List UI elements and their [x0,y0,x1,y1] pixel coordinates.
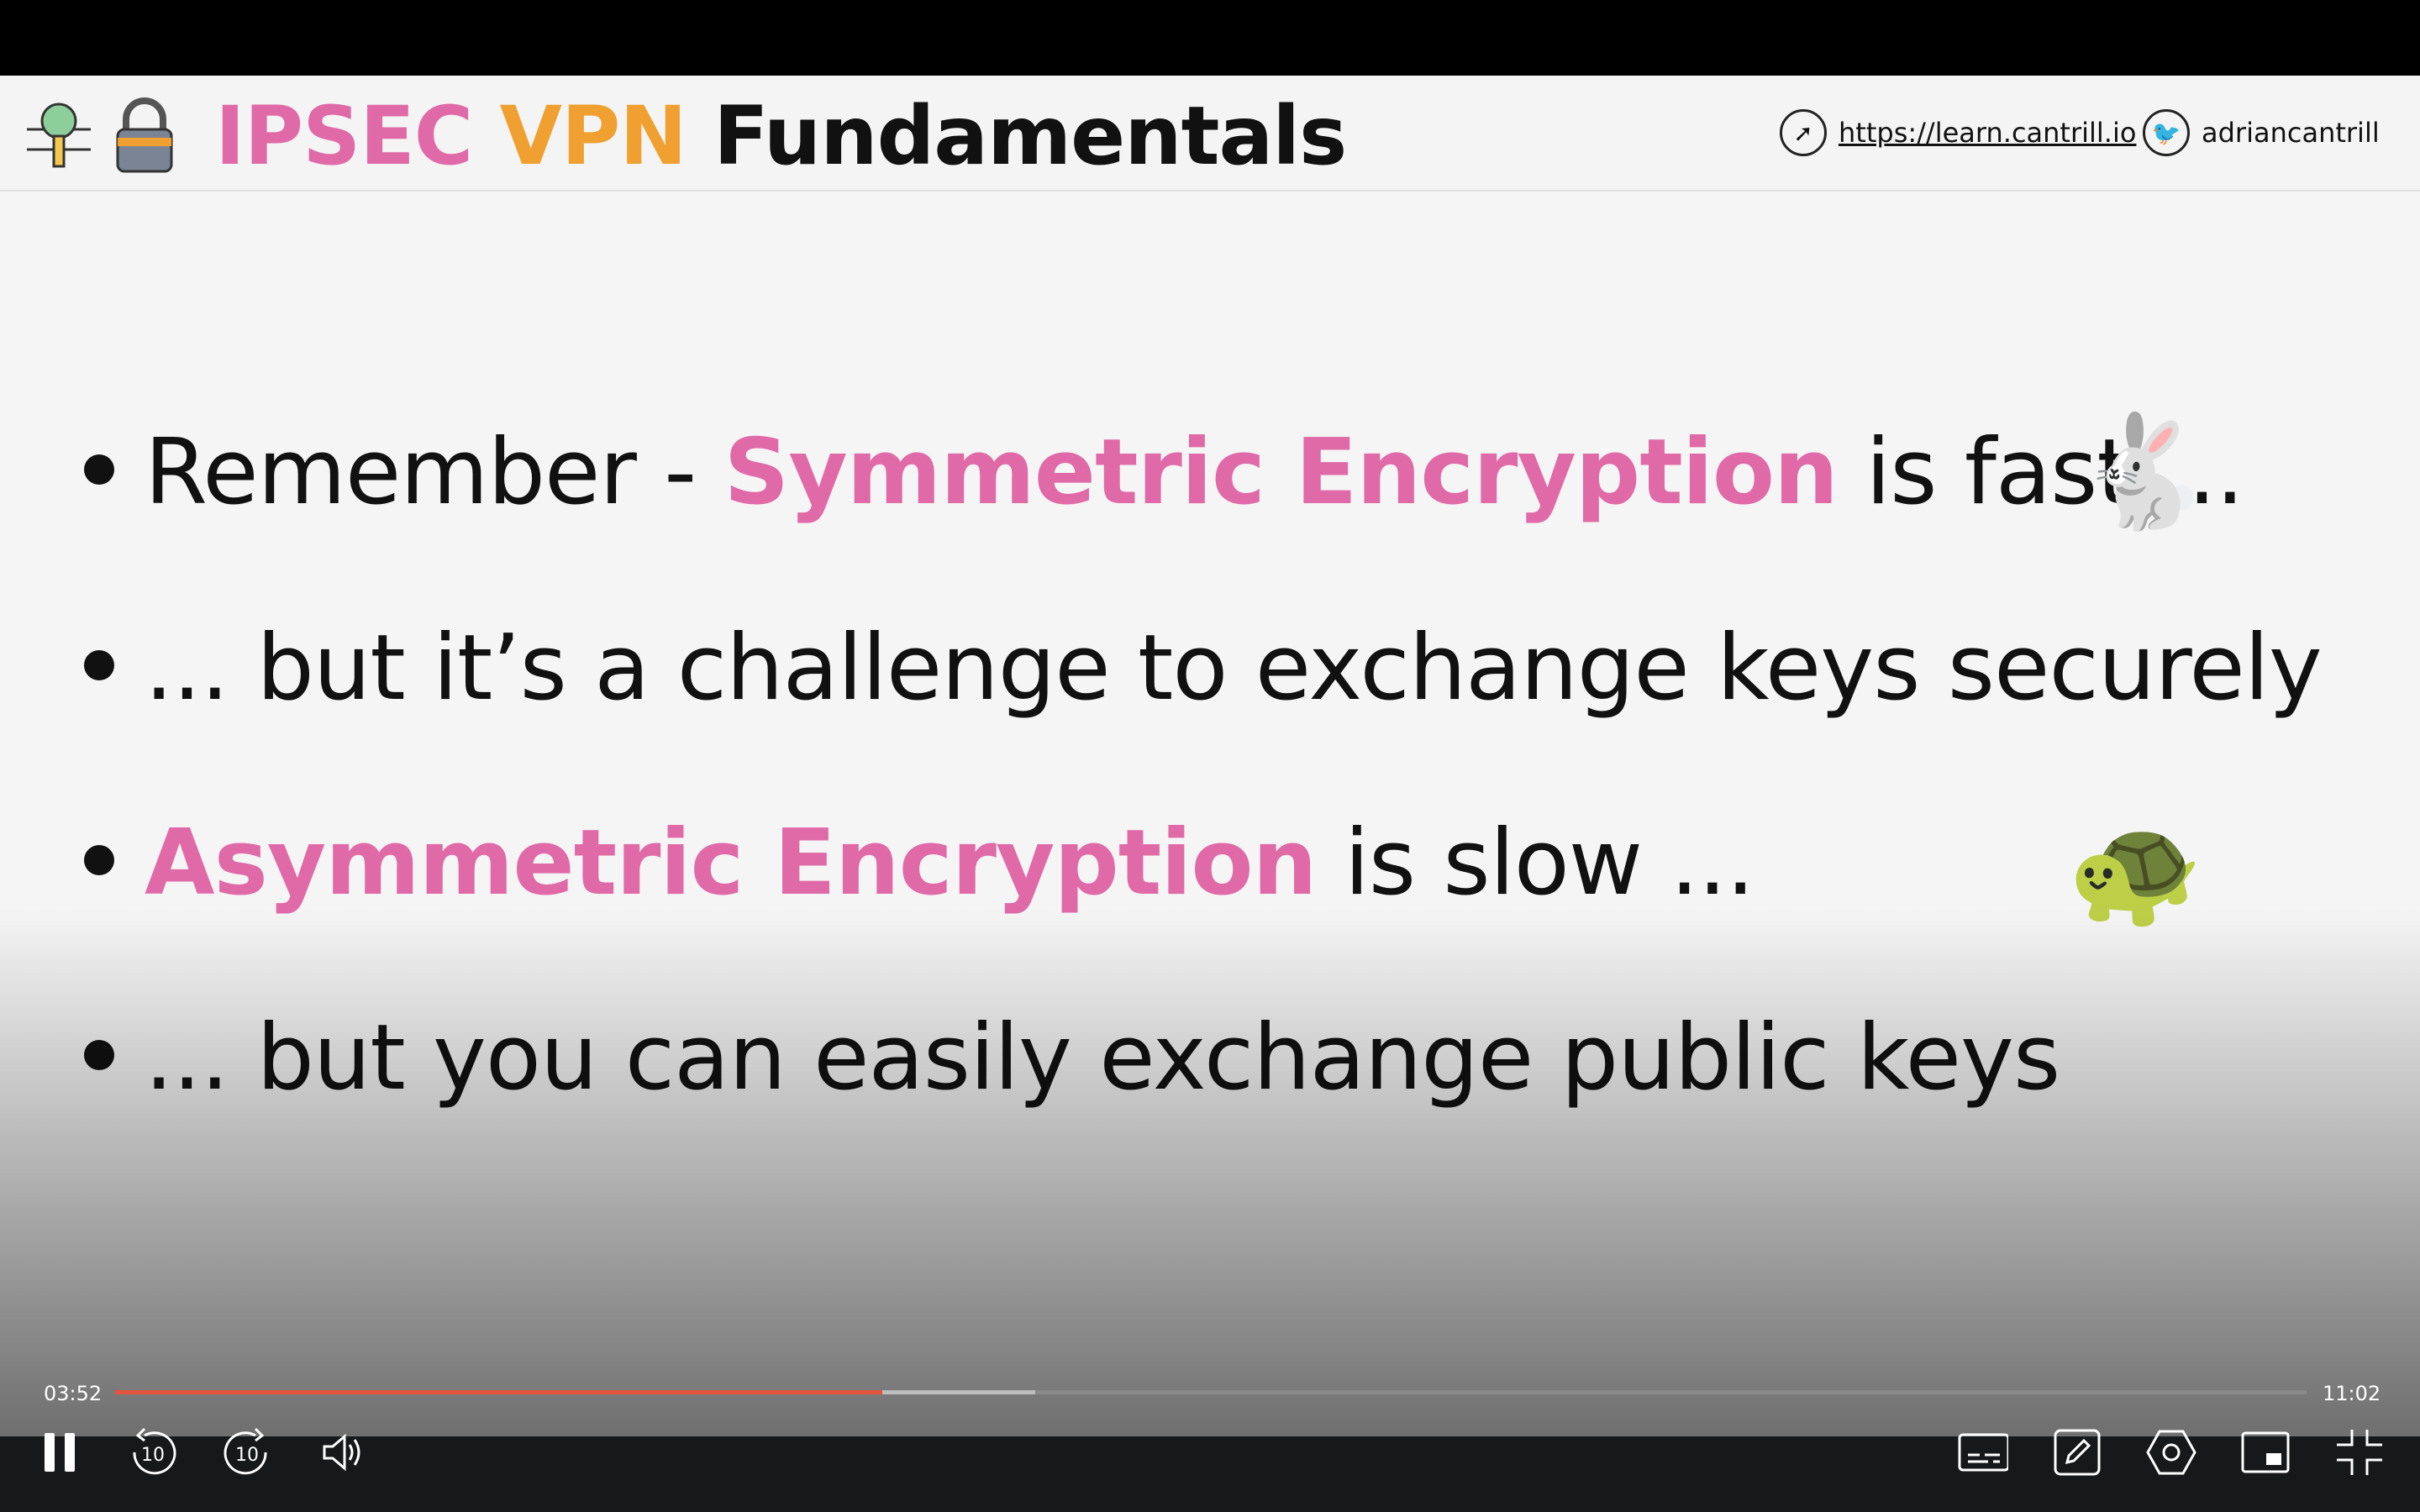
exit-fullscreen-button[interactable] [2334,1428,2385,1477]
picture-in-picture-button[interactable] [2240,1428,2291,1477]
bullet-4: ... but you can easily exchange public k… [84,1005,2060,1110]
volume-icon [323,1433,360,1472]
bullet-3: Asymmetric Encryption is slow ... [84,811,1754,916]
padlock-icon [116,97,173,173]
rewind-10-icon: 10 [133,1427,176,1475]
turtle-icon: 🐢 [2067,806,2203,934]
letterbox-top [0,0,2420,76]
captions-icon [1958,1433,2008,1472]
pause-button[interactable] [35,1428,86,1477]
skip-forward-button[interactable]: 10 [222,1427,272,1477]
slide-header: IPSEC VPN Fundamentals ➚ https://learn.ca… [0,76,2420,192]
pencil-icon [2054,1429,2101,1476]
website-url[interactable]: https://learn.cantrill.io [1839,117,2136,149]
control-overlay-gradient [0,907,2420,1436]
exit-fullscreen-icon [2337,1430,2382,1475]
duration: 11:02 [2323,1382,2381,1405]
website-link[interactable]: ➚ https://learn.cantrill.io [1780,109,2136,156]
pip-icon [2241,1431,2290,1473]
pause-icon [45,1433,75,1472]
notes-button[interactable] [2052,1428,2102,1477]
svg-text:10: 10 [235,1445,259,1466]
rabbit-icon: 🐇 [2075,407,2212,535]
volume-button[interactable] [318,1428,368,1477]
twitter-handle[interactable]: 🐦 adriancantrill [2143,109,2380,156]
compass-icon: ➚ [1780,109,1827,156]
settings-button[interactable] [2146,1428,2196,1477]
skip-back-button[interactable]: 10 [128,1427,178,1477]
current-time: 03:52 [44,1382,103,1405]
page-title: IPSEC VPN Fundamentals [215,89,1347,183]
svg-text:10: 10 [141,1445,165,1466]
forward-10-icon: 10 [224,1427,267,1475]
video-slide[interactable]: IPSEC VPN Fundamentals ➚ https://learn.ca… [0,76,2420,1436]
captions-button[interactable] [1958,1428,2008,1477]
twitter-text: adriancantrill [2202,117,2380,149]
progress-bar[interactable] [115,1390,2307,1394]
settings-icon [2146,1430,2196,1475]
bullet-2: ... but it’s a challenge to exchange key… [84,616,2323,721]
twitter-icon: 🐦 [2143,109,2190,156]
bullet-1: Remember - Symmetric Encryption is fast … [84,420,2244,525]
key-circuit-icon [27,102,91,168]
played-bar [115,1390,882,1394]
